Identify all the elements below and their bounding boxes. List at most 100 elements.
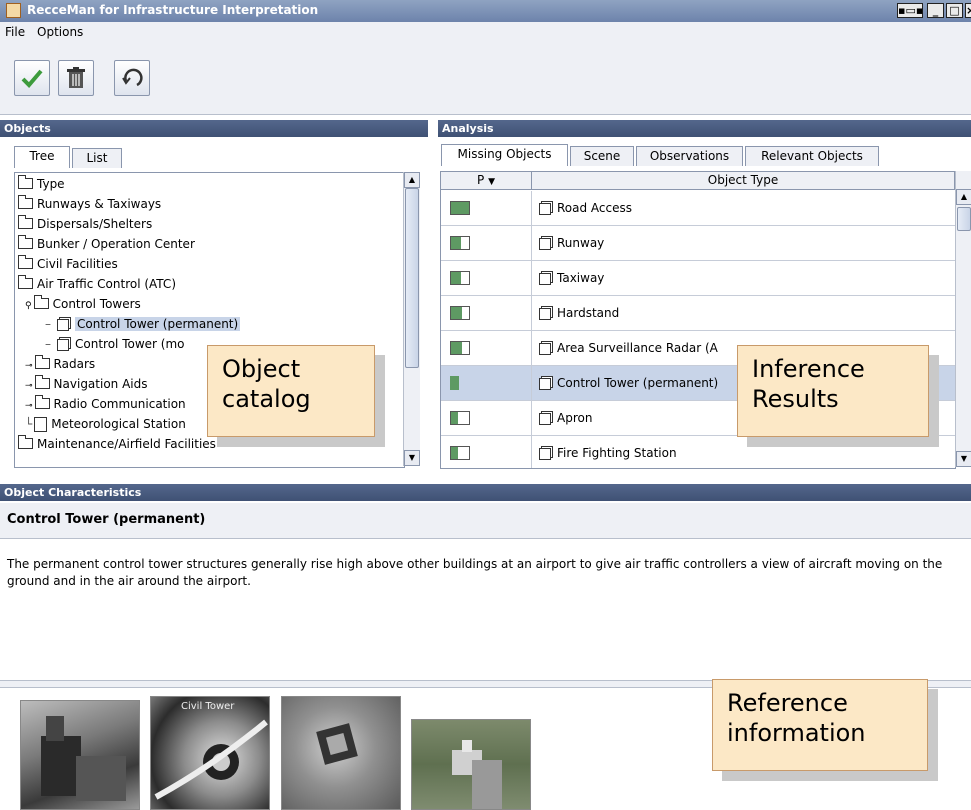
probability-bar [450, 341, 470, 355]
tree-item[interactable]: ⊸ Navigation Aids [25, 374, 148, 394]
tree-item-label: Civil Facilities [37, 257, 118, 271]
tab-tree[interactable]: Tree [14, 146, 70, 168]
probability-bar [450, 236, 470, 250]
analysis-scrollbar[interactable]: ▲ ▼ [955, 171, 971, 467]
object-title: Control Tower (permanent) [0, 503, 971, 539]
tree-item[interactable]: Air Traffic Control (ATC) [18, 274, 176, 294]
probability-fill [451, 237, 461, 249]
expanded-handle-icon[interactable]: ⚲ [25, 301, 32, 311]
probability-bar [450, 376, 470, 390]
folder-icon [18, 235, 33, 249]
tab-list[interactable]: List [72, 148, 122, 168]
table-row[interactable]: Hardstand [441, 296, 955, 331]
tree-item[interactable]: └ Meteorological Station [25, 414, 186, 434]
object-type-label: Fire Fighting Station [557, 446, 677, 460]
tree-item[interactable]: Type [18, 174, 65, 194]
tree-item[interactable]: Bunker / Operation Center [18, 234, 195, 254]
probability-bar [450, 306, 470, 320]
tree-item[interactable]: ⚲ Control Towers [25, 294, 141, 314]
tab-relevant-objects[interactable]: Relevant Objects [745, 146, 879, 166]
restore-layout-icon[interactable]: ▪▭▪ [897, 3, 923, 18]
probability-fill [451, 202, 469, 214]
object-type-cell: Fire Fighting Station [539, 436, 677, 468]
tree-item[interactable]: Runways & Taxiways [18, 194, 161, 214]
tree-item[interactable]: Civil Facilities [18, 254, 118, 274]
java-app-icon [6, 3, 21, 18]
reference-photo-1[interactable] [20, 700, 140, 810]
probability-cell [441, 331, 532, 365]
object-cube-icon [539, 412, 551, 425]
tree-scrollbar[interactable]: ▲ ▼ [403, 172, 420, 466]
window-title: RecceMan for Infrastructure Interpretati… [27, 3, 319, 17]
tab-observations[interactable]: Observations [636, 146, 743, 166]
trash-icon [67, 67, 85, 88]
sort-down-icon: ▼ [488, 177, 495, 187]
accept-button[interactable] [14, 60, 50, 96]
object-cube-icon [57, 338, 69, 351]
tree-item-label: Navigation Aids [53, 377, 148, 391]
table-row[interactable]: Runway [441, 226, 955, 261]
tree-line-icon: └ [25, 417, 33, 431]
scroll-thumb[interactable] [405, 188, 419, 368]
document-icon [34, 417, 48, 432]
probability-fill [451, 412, 459, 424]
callout-reference-information: Reference information [712, 679, 928, 771]
scroll-down-icon[interactable]: ▼ [956, 451, 971, 467]
object-type-cell: Hardstand [539, 296, 619, 330]
probability-cell [441, 366, 532, 400]
table-row[interactable]: Road Access [441, 191, 955, 226]
tree-item[interactable]: – Control Tower (mo [45, 334, 184, 354]
tab-scene[interactable]: Scene [570, 146, 634, 166]
callout-inference-results: Inference Results [737, 345, 929, 437]
probability-cell [441, 191, 532, 225]
tree-item[interactable]: ⊸ Radars [25, 354, 95, 374]
folder-icon [34, 355, 50, 369]
probability-bar [450, 446, 470, 460]
object-description: The permanent control tower structures g… [7, 557, 943, 588]
maximize-button[interactable]: □ [946, 3, 963, 18]
scroll-up-icon[interactable]: ▲ [404, 172, 420, 188]
folder-icon [18, 275, 33, 289]
collapsed-handle-icon[interactable]: ⊸ [25, 361, 33, 371]
collapsed-handle-icon[interactable]: ⊸ [25, 381, 33, 391]
tree-item[interactable]: Maintenance/Airfield Facilities [18, 434, 216, 454]
object-cube-icon [539, 237, 551, 250]
tree-item[interactable]: Dispersals/Shelters [18, 214, 152, 234]
tree-item-label: Type [37, 177, 65, 191]
column-header-p[interactable]: P ▼ [441, 172, 532, 190]
delete-button[interactable] [58, 60, 94, 96]
table-row[interactable]: Fire Fighting Station [441, 436, 955, 468]
tree-item[interactable]: – Control Tower (permanent) [45, 314, 241, 334]
object-type-label: Area Surveillance Radar (A [557, 341, 718, 355]
object-cube-icon [539, 447, 551, 460]
folder-icon [18, 215, 33, 229]
scroll-thumb[interactable] [957, 207, 971, 231]
tree-item-label: Radio Communication [53, 397, 186, 411]
minimize-button[interactable]: _ [927, 3, 944, 18]
characteristics-header: Object Characteristics [0, 484, 971, 501]
tab-missing-objects[interactable]: Missing Objects [441, 144, 568, 166]
reference-photo-2[interactable]: Civil Tower [150, 696, 270, 810]
scroll-down-icon[interactable]: ▼ [404, 450, 420, 466]
menu-options[interactable]: Options [37, 25, 83, 39]
folder-icon [34, 375, 50, 389]
menu-file[interactable]: File [5, 25, 25, 39]
reference-photo-3[interactable] [281, 696, 401, 810]
tree-item-label: Radars [53, 357, 96, 371]
column-header-object-type[interactable]: Object Type [532, 172, 955, 190]
collapsed-handle-icon[interactable]: ⊸ [25, 401, 33, 411]
object-type-label: Apron [557, 411, 593, 425]
probability-cell [441, 296, 532, 330]
tree-item-label: Control Tower (permanent) [75, 317, 241, 331]
table-row[interactable]: Taxiway [441, 261, 955, 296]
close-button[interactable]: × [965, 3, 971, 18]
object-cube-icon [539, 342, 551, 355]
tree-item[interactable]: ⊸ Radio Communication [25, 394, 186, 414]
refresh-button[interactable] [114, 60, 150, 96]
object-cube-icon [539, 377, 551, 390]
title-bar[interactable]: RecceMan for Infrastructure Interpretati… [0, 0, 971, 23]
scroll-up-icon[interactable]: ▲ [956, 189, 971, 205]
reference-photo-4[interactable] [411, 719, 531, 810]
objects-panel-header: Objects [0, 120, 428, 137]
object-type-cell: Apron [539, 401, 592, 435]
